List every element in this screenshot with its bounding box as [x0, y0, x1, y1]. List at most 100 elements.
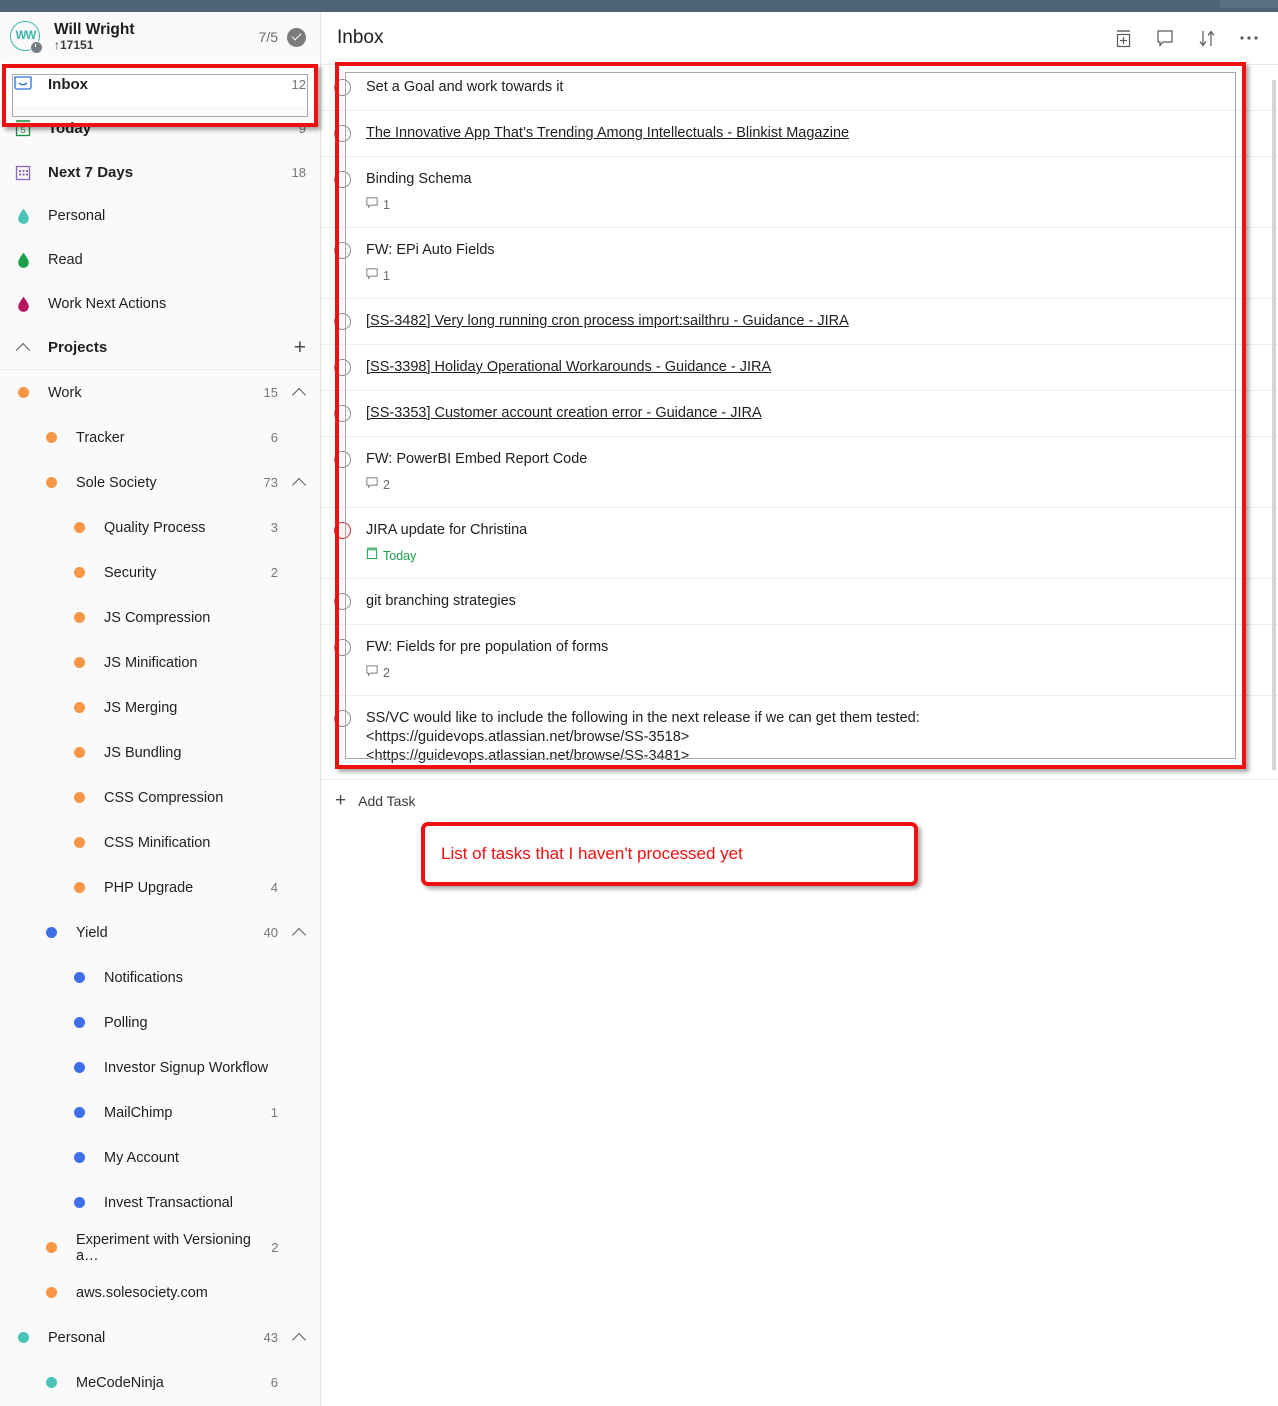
chevron-up-icon[interactable]	[291, 387, 307, 402]
sidebar-project-sole-society[interactable]: Sole Society 73	[0, 460, 320, 505]
add-section-icon[interactable]	[1112, 27, 1134, 49]
task-title[interactable]: Set a Goal and work towards it	[366, 78, 1262, 97]
sidebar-project-css-minification[interactable]: CSS Minification	[0, 820, 320, 865]
sidebar-project-aws-solesociety-com[interactable]: aws.solesociety.com	[0, 1270, 320, 1315]
project-color-dot-icon	[66, 657, 92, 668]
comment-icon	[366, 476, 378, 494]
task-row[interactable]: The Innovative App That’s Trending Among…	[321, 111, 1278, 157]
task-complete-checkbox[interactable]	[334, 171, 351, 188]
task-complete-checkbox[interactable]	[334, 79, 351, 96]
header-toolbar	[1112, 27, 1260, 49]
sidebar-item-today[interactable]: 5 Today 9	[0, 106, 320, 150]
user-header[interactable]: WW Will Wright ↑17151 7/5	[0, 12, 320, 62]
task-row[interactable]: FW: Fields for pre population of forms 2	[321, 625, 1278, 696]
task-complete-checkbox[interactable]	[334, 125, 351, 142]
task-title[interactable]: JIRA update for Christina	[366, 521, 1262, 540]
avatar[interactable]: WW	[10, 21, 43, 54]
task-title[interactable]: FW: Fields for pre population of forms	[366, 638, 1262, 657]
task-complete-checkbox[interactable]	[334, 313, 351, 330]
chevron-up-icon[interactable]	[291, 1332, 307, 1347]
project-color-dot-icon	[10, 387, 36, 398]
sidebar-project-experiment-with-versioning-a[interactable]: Experiment with Versioning a… 2	[0, 1225, 320, 1270]
vertical-scrollbar[interactable]	[1272, 80, 1276, 770]
sidebar-project-yield[interactable]: Yield 40	[0, 910, 320, 955]
project-color-dot-icon	[38, 1242, 64, 1253]
chevron-up-icon[interactable]	[291, 927, 307, 942]
projects-section-header[interactable]: Projects +	[0, 326, 320, 370]
task-row[interactable]: FW: EPi Auto Fields 1	[321, 228, 1278, 299]
sidebar-project-mecodeninja[interactable]: MeCodeNinja 6	[0, 1360, 320, 1405]
task-body: [SS-3353] Customer account creation erro…	[366, 404, 1262, 423]
sidebar-item-count: 18	[291, 164, 306, 180]
task-complete-checkbox[interactable]	[334, 639, 351, 656]
sidebar-project-work[interactable]: Work 15	[0, 370, 320, 415]
sidebar-project-tracker[interactable]: Tracker 6	[0, 415, 320, 460]
sidebar-project-label: CSS Compression	[104, 789, 224, 806]
sidebar-project-js-compression[interactable]: JS Compression	[0, 595, 320, 640]
task-row[interactable]: SS/VC would like to include the followin…	[321, 696, 1278, 780]
sidebar-project-invest-transactional[interactable]: Invest Transactional	[0, 1180, 320, 1225]
sidebar-tag-work-next-actions[interactable]: Work Next Actions	[0, 282, 320, 326]
task-title[interactable]: SS/VC would like to include the followin…	[366, 709, 1262, 766]
sidebar-project-css-compression[interactable]: CSS Compression	[0, 775, 320, 820]
task-row[interactable]: JIRA update for Christina Today	[321, 508, 1278, 579]
comment-icon[interactable]	[1154, 27, 1176, 49]
check-circle-icon[interactable]	[287, 27, 306, 47]
calendar-today-icon: 5	[10, 119, 36, 138]
inbox-icon	[10, 75, 36, 93]
add-project-button[interactable]: +	[294, 337, 306, 358]
task-row[interactable]: Set a Goal and work towards it	[321, 65, 1278, 111]
sidebar-project-js-bundling[interactable]: JS Bundling	[0, 730, 320, 775]
task-complete-checkbox[interactable]	[334, 242, 351, 259]
sidebar-project-js-minification[interactable]: JS Minification	[0, 640, 320, 685]
sidebar-project-polling[interactable]: Polling	[0, 1000, 320, 1045]
sidebar-project-notifications[interactable]: Notifications	[0, 955, 320, 1000]
sidebar-project-my-account[interactable]: My Account	[0, 1135, 320, 1180]
chevron-up-icon[interactable]	[10, 342, 36, 357]
sidebar-tag-read[interactable]: Read	[0, 238, 320, 282]
tag-drop-icon	[10, 208, 36, 225]
sidebar-item-next-7-days[interactable]: Next 7 Days 18	[0, 150, 320, 194]
task-row[interactable]: [SS-3353] Customer account creation erro…	[321, 391, 1278, 437]
sidebar-project-investor-signup-workflow[interactable]: Investor Signup Workflow	[0, 1045, 320, 1090]
task-complete-checkbox[interactable]	[334, 451, 351, 468]
task-row[interactable]: git branching strategies	[321, 579, 1278, 625]
task-complete-checkbox[interactable]	[334, 593, 351, 610]
task-complete-checkbox[interactable]	[334, 405, 351, 422]
task-row[interactable]: [SS-3398] Holiday Operational Workaround…	[321, 345, 1278, 391]
chevron-up-icon[interactable]	[291, 477, 307, 492]
task-title[interactable]: [SS-3353] Customer account creation erro…	[366, 404, 1262, 423]
task-body: JIRA update for Christina Today	[366, 521, 1262, 565]
task-complete-checkbox[interactable]	[334, 522, 351, 539]
project-color-dot-icon	[66, 702, 92, 713]
task-row[interactable]: [SS-3482] Very long running cron process…	[321, 299, 1278, 345]
task-complete-checkbox[interactable]	[334, 359, 351, 376]
task-title[interactable]: git branching strategies	[366, 592, 1262, 611]
sidebar-item-count: 12	[291, 76, 306, 92]
project-color-dot-icon	[66, 972, 92, 983]
task-title[interactable]: [SS-3398] Holiday Operational Workaround…	[366, 358, 1262, 377]
sidebar-project-php-upgrade[interactable]: PHP Upgrade 4	[0, 865, 320, 910]
task-title[interactable]: FW: EPi Auto Fields	[366, 241, 1262, 260]
add-task-button[interactable]: + Add Task	[321, 780, 1278, 810]
task-row[interactable]: Binding Schema 1	[321, 157, 1278, 228]
task-complete-checkbox[interactable]	[334, 710, 351, 727]
more-options-icon[interactable]	[1238, 27, 1260, 49]
sidebar-project-js-merging[interactable]: JS Merging	[0, 685, 320, 730]
sort-icon[interactable]	[1196, 27, 1218, 49]
sidebar-project-personal[interactable]: Personal 43	[0, 1315, 320, 1360]
sidebar-project-mailchimp[interactable]: MailChimp 1	[0, 1090, 320, 1135]
sidebar-tag-personal[interactable]: Personal	[0, 194, 320, 238]
task-title[interactable]: The Innovative App That’s Trending Among…	[366, 124, 1262, 143]
task-title[interactable]: FW: PowerBI Embed Report Code	[366, 450, 1262, 469]
sidebar-project-label: Invest Transactional	[104, 1194, 233, 1211]
task-row[interactable]: FW: PowerBI Embed Report Code 2	[321, 437, 1278, 508]
task-due-badge[interactable]: Today	[366, 547, 1262, 565]
sidebar-item-inbox[interactable]: Inbox 12	[0, 62, 320, 106]
task-title[interactable]: Binding Schema	[366, 170, 1262, 189]
sidebar-project-security[interactable]: Security 2	[0, 550, 320, 595]
sidebar-project-quality-process[interactable]: Quality Process 3	[0, 505, 320, 550]
sidebar: WW Will Wright ↑17151 7/5 Inbox 12 5 Today 9…	[0, 12, 321, 1406]
task-title[interactable]: [SS-3482] Very long running cron process…	[366, 312, 1262, 331]
sidebar-tag-label: Read	[48, 252, 83, 268]
